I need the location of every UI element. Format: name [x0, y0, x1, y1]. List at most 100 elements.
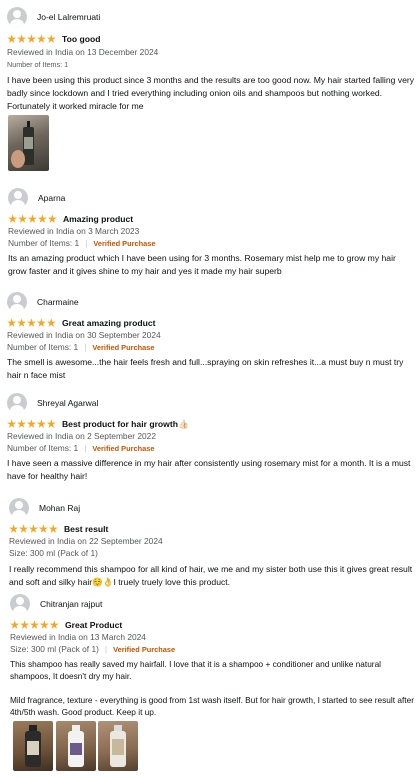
shampoo-bottle-image: [110, 725, 126, 767]
avatar-icon: [7, 292, 27, 312]
review-title[interactable]: Great Product: [65, 620, 122, 630]
star-icon: [48, 524, 58, 533]
avatar-icon: [7, 393, 27, 413]
review-title[interactable]: Too good: [62, 34, 101, 44]
review-meta: Number of Items: 1: [7, 59, 69, 69]
verified-purchase-badge: Verified Purchase: [92, 443, 155, 453]
review-body: Its an amazing product which I have been…: [8, 253, 396, 276]
review-body: I have seen a massive difference in my h…: [7, 458, 411, 481]
star-icon: [46, 318, 56, 327]
verified-purchase-badge: Verified Purchase: [92, 342, 155, 352]
reviewer-name[interactable]: Shreyal Agarwal: [37, 398, 98, 408]
star-rating: [9, 524, 58, 533]
star-icon: [28, 524, 38, 533]
review-3: Charmaine Great amazing product Reviewed…: [0, 291, 420, 382]
review-date: Reviewed in India on 3 March 2023: [8, 226, 140, 236]
star-icon: [7, 34, 17, 43]
review-meta-line: Number of Items: 1 | Verified Purchase: [7, 443, 420, 455]
review-meta-line: Number of Items: 1 | Verified Purchase: [7, 342, 420, 354]
review-body: I have been using this product since 3 m…: [7, 75, 415, 111]
review-5: Mohan Raj Best result Reviewed in India …: [0, 497, 420, 589]
review-user: Chitranjan rajput: [10, 593, 420, 615]
review-date: Reviewed in India on 30 September 2024: [7, 330, 161, 340]
review-user: Charmaine: [7, 291, 420, 313]
star-icon: [26, 419, 36, 428]
review-title[interactable]: Best product for hair growth👍🏻: [62, 419, 189, 430]
review-user: Mohan Raj: [9, 497, 420, 519]
star-icon: [26, 34, 36, 43]
review-title[interactable]: Amazing product: [63, 214, 133, 224]
star-icon: [36, 318, 46, 327]
star-icon: [8, 214, 18, 223]
review-photo[interactable]: [98, 721, 138, 771]
review-1: Jo-el Lalremruati Too good Reviewed in I…: [0, 6, 420, 112]
reviewer-name[interactable]: Charmaine: [37, 297, 79, 307]
review-body-continued: Mild fragrance, texture - everything is …: [10, 694, 414, 717]
star-icon: [7, 419, 17, 428]
star-rating: [7, 34, 56, 43]
reviewer-name[interactable]: Mohan Raj: [39, 503, 80, 513]
star-icon: [36, 419, 46, 428]
star-rating: [7, 318, 56, 327]
star-icon: [17, 34, 27, 43]
star-icon: [27, 214, 37, 223]
review-meta: Number of Items: 1: [8, 237, 80, 248]
review-user: Shreyal Agarwal: [7, 392, 420, 414]
shampoo-bottle-image: [68, 725, 84, 767]
reviewer-name[interactable]: Jo-el Lalremruati: [37, 12, 100, 22]
shampoo-bottle-image: [25, 725, 41, 767]
review-user: Aparna: [8, 187, 420, 209]
star-rating: [8, 214, 57, 223]
divider: |: [104, 643, 108, 654]
avatar-icon: [9, 498, 29, 518]
star-icon: [46, 419, 56, 428]
review-meta-line: Size: 300 ml (Pack of 1) | Verified Purc…: [10, 644, 420, 656]
star-icon: [39, 620, 49, 629]
reviewer-name[interactable]: Aparna: [38, 193, 65, 203]
verified-purchase-badge: Verified Purchase: [93, 238, 156, 248]
review-meta: Number of Items: 1: [7, 341, 79, 352]
divider: |: [84, 341, 87, 352]
review-date: Reviewed in India on 22 September 2024: [9, 536, 163, 546]
star-icon: [49, 620, 59, 629]
star-icon: [17, 318, 27, 327]
review-photo[interactable]: [13, 721, 53, 771]
review-meta: Number of Items: 1: [7, 442, 79, 453]
star-icon: [10, 620, 20, 629]
review-date: Reviewed in India on 13 March 2024: [10, 632, 146, 642]
review-user: Jo-el Lalremruati: [7, 6, 420, 28]
divider: |: [84, 442, 87, 453]
review-title[interactable]: Great amazing product: [62, 318, 156, 328]
star-icon: [36, 34, 46, 43]
star-rating: [10, 620, 59, 629]
star-icon: [17, 419, 27, 428]
divider: |: [85, 237, 88, 248]
review-photo[interactable]: [56, 721, 96, 771]
review-2: Aparna Amazing product Reviewed in India…: [0, 187, 420, 278]
star-icon: [38, 524, 48, 533]
review-body: The smell is awesome...the hair feels fr…: [7, 357, 404, 380]
review-meta-line: Number of Items: 1 | Verified Purchase: [8, 238, 420, 250]
avatar-icon: [7, 7, 27, 27]
star-icon: [9, 524, 19, 533]
avatar-icon: [10, 594, 30, 614]
star-icon: [29, 620, 39, 629]
review-date: Reviewed in India on 13 December 2024: [7, 47, 159, 57]
bottle-image: [11, 121, 34, 168]
star-icon: [18, 214, 28, 223]
avatar-icon: [8, 188, 28, 208]
review-meta: Size: 300 ml (Pack of 1): [10, 643, 99, 654]
review-6: Chitranjan rajput Great Product Reviewed…: [0, 593, 420, 718]
star-icon: [47, 214, 57, 223]
review-body: I really recommend this shampoo for all …: [9, 564, 413, 587]
star-icon: [19, 524, 29, 533]
review-meta: Size: 300 ml (Pack of 1): [9, 547, 98, 558]
review-photo[interactable]: [8, 115, 49, 171]
star-icon: [46, 34, 56, 43]
review-body: This shampoo has really saved my hairfal…: [10, 659, 382, 682]
reviewer-name[interactable]: Chitranjan rajput: [40, 599, 102, 609]
star-icon: [20, 620, 30, 629]
star-icon: [37, 214, 47, 223]
review-title[interactable]: Best result: [64, 524, 108, 534]
star-icon: [7, 318, 17, 327]
